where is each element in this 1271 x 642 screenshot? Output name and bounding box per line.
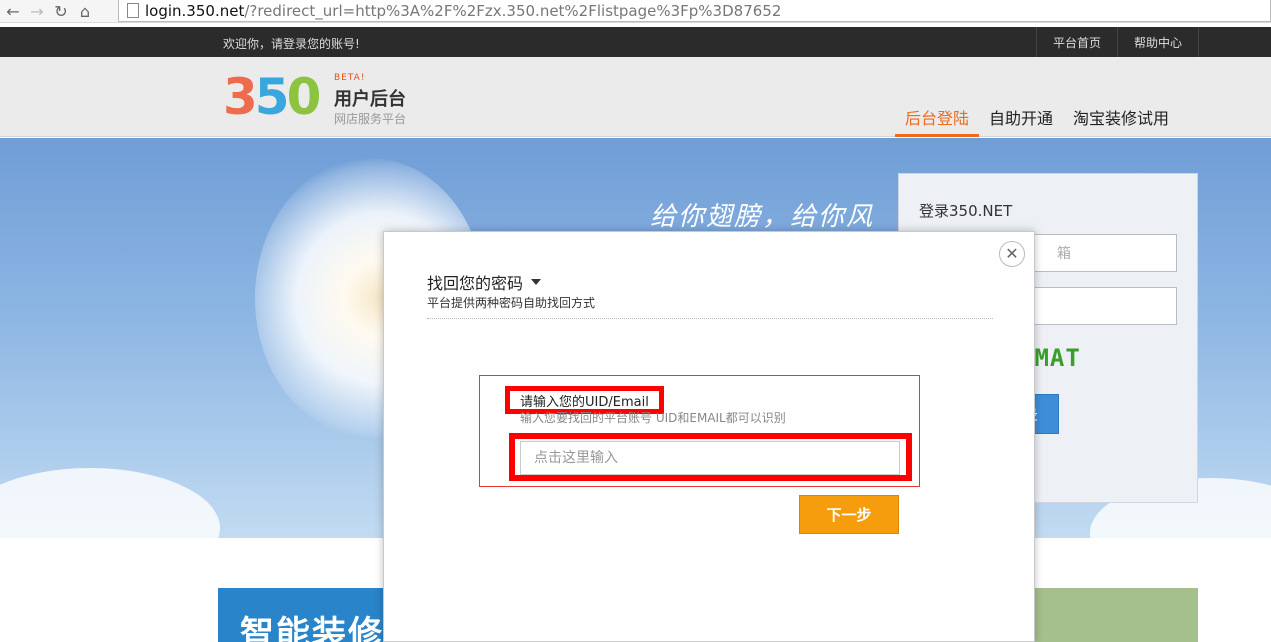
home-icon[interactable]: ⌂ (74, 1, 96, 21)
password-recovery-dialog: ✕ 找回您的密码 平台提供两种密码自助找回方式 请输入您的UID/Email 输… (383, 231, 1035, 642)
nav-taobao-trial[interactable]: 淘宝装修试用 (1063, 102, 1179, 137)
logo-title: 用户后台 (334, 89, 406, 110)
site-header: 350 BETA! 用户后台 网店服务平台 后台登陆 自助开通 淘宝装修试用 (0, 57, 1271, 137)
address-bar[interactable]: login.350.net/?redirect_url=http%3A%2F%2… (118, 0, 1271, 22)
welcome-text: 欢迎你，请登录您的账号! (223, 37, 360, 51)
logo[interactable]: 350 (223, 71, 321, 123)
uid-field-hint: 输入您要找回的平台账号 UID和EMAIL都可以识别 (520, 411, 786, 425)
divider (427, 318, 993, 319)
url-path: /?redirect_url=http%3A%2F%2Fzx.350.net%2… (244, 1, 782, 20)
login-title: 登录350.NET (919, 202, 1013, 220)
logo-subtitle: 网店服务平台 (334, 112, 407, 126)
caret-down-icon (531, 279, 542, 285)
cloud-decoration (0, 468, 220, 538)
help-center-link[interactable]: 帮助中心 (1117, 27, 1200, 57)
uid-email-input[interactable] (520, 441, 900, 475)
logo-beta: BETA! (334, 73, 366, 83)
page-icon (127, 3, 139, 18)
uid-field-label: 请输入您的UID/Email (520, 395, 649, 410)
browser-toolbar: ← → ↻ ⌂ login.350.net/?redirect_url=http… (0, 0, 1271, 23)
back-icon[interactable]: ← (2, 1, 24, 21)
forward-icon[interactable]: → (26, 1, 48, 21)
url-host: login.350.net (145, 1, 245, 20)
close-icon[interactable]: ✕ (999, 241, 1025, 267)
top-links: 平台首页 帮助中心 (1036, 27, 1200, 57)
reload-icon[interactable]: ↻ (50, 1, 72, 21)
tile-title: 智能装修 (240, 614, 384, 642)
top-strip: 欢迎你，请登录您的账号! 平台首页 帮助中心 (0, 27, 1271, 57)
banner-slogan: 给你翅膀，给你风 (650, 202, 875, 232)
dialog-title[interactable]: 找回您的密码 (427, 270, 542, 294)
uid-field-group: 请输入您的UID/Email 输入您要找回的平台账号 UID和EMAIL都可以识… (479, 375, 920, 487)
dialog-subtitle: 平台提供两种密码自助找回方式 (427, 296, 596, 310)
main-nav: 后台登陆 自助开通 淘宝装修试用 (895, 102, 1179, 137)
dialog-title-text: 找回您的密码 (427, 274, 524, 293)
next-step-button[interactable]: 下一步 (799, 495, 899, 534)
nav-self-service[interactable]: 自助开通 (979, 102, 1063, 137)
platform-home-link[interactable]: 平台首页 (1036, 27, 1117, 57)
nav-backend-login[interactable]: 后台登陆 (895, 102, 980, 137)
